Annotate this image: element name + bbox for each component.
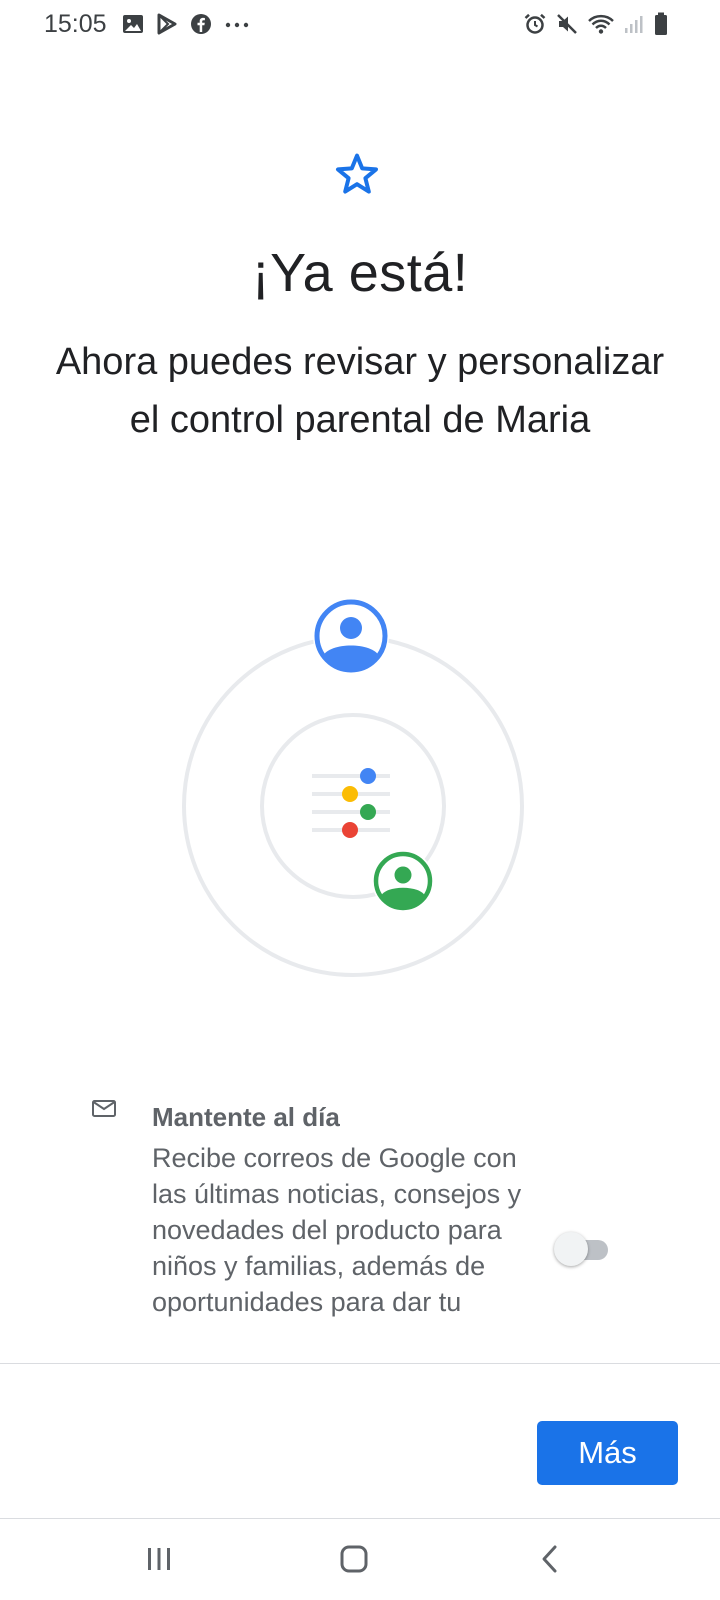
status-notification-icons: [122, 13, 250, 35]
newsletter-title: Mantente al día: [152, 1102, 340, 1132]
toggle-thumb: [554, 1232, 588, 1266]
child-avatar-icon: [372, 850, 434, 912]
alarm-icon: [524, 13, 546, 34]
mail-icon: [92, 1100, 116, 1117]
more-button[interactable]: Más: [537, 1421, 678, 1485]
status-bar: 15:05: [0, 0, 720, 52]
status-system-icons: [524, 12, 668, 36]
facebook-icon: [191, 14, 211, 34]
wifi-icon: [588, 14, 614, 34]
signal-icon: [625, 16, 643, 33]
family-link-illustration: [182, 598, 524, 977]
play-store-icon: [157, 13, 177, 35]
back-button[interactable]: [526, 1537, 576, 1581]
recents-button[interactable]: [134, 1537, 184, 1581]
more-dots-icon: [225, 22, 249, 28]
system-nav-bar: [0, 1519, 720, 1600]
outer-ring: [182, 635, 524, 977]
screen: 15:05 ¡Ya está! Ahora puedes revisar y p…: [0, 0, 720, 1600]
newsletter-description: Recibe correos de Google con las últimas…: [152, 1143, 522, 1317]
footer-divider: [0, 1363, 720, 1364]
battery-icon: [655, 12, 667, 35]
star-icon: [336, 153, 378, 194]
page-subtitle: Ahora puedes revisar y personalizar el c…: [55, 341, 665, 441]
status-time: 15:05: [44, 10, 107, 38]
newsletter-toggle[interactable]: [554, 1232, 610, 1268]
back-icon: [542, 1545, 557, 1573]
mute-icon: [557, 14, 577, 34]
recents-icon: [148, 1548, 170, 1570]
parent-avatar-icon: [313, 598, 389, 674]
page-title: ¡Ya está!: [251, 243, 469, 303]
settings-sliders-icon: [312, 768, 390, 838]
gallery-icon: [123, 15, 143, 33]
home-icon: [340, 1545, 368, 1573]
home-button[interactable]: [329, 1537, 379, 1581]
